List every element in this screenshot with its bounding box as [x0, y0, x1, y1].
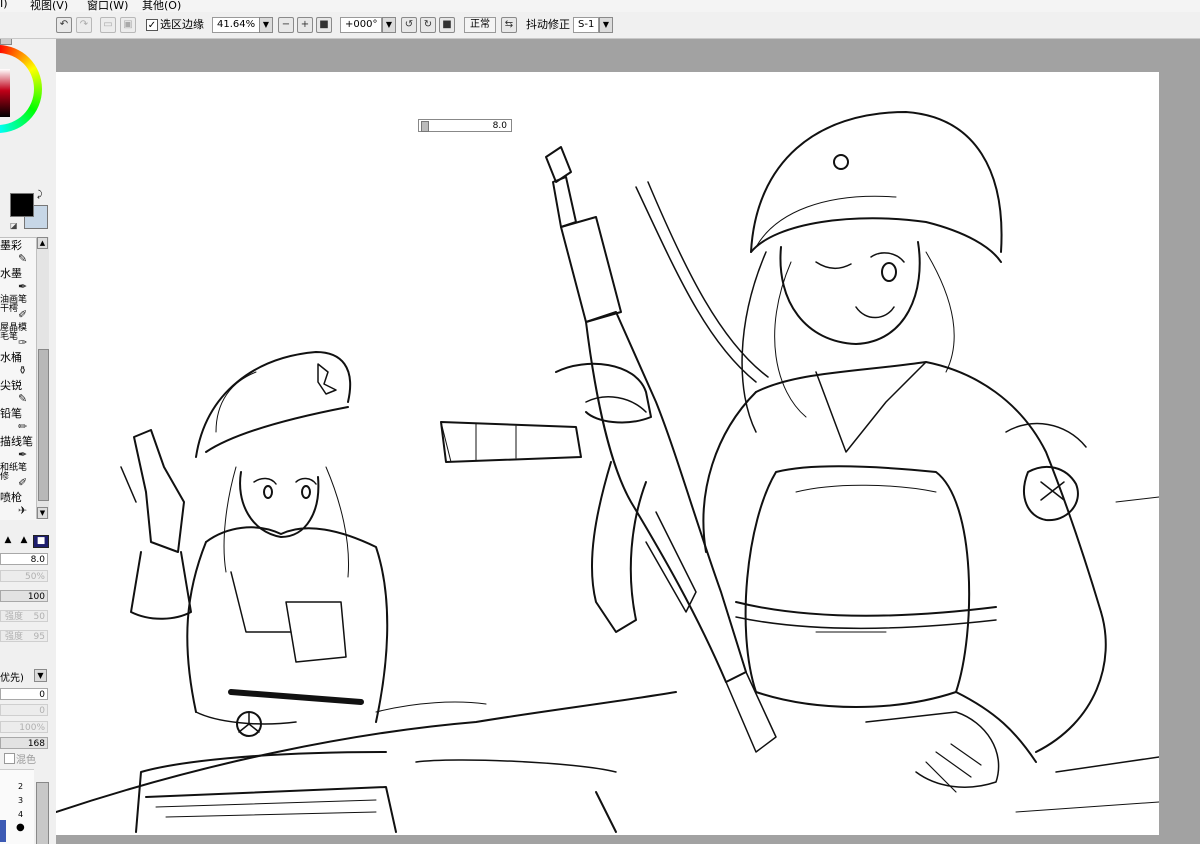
brush-icon: ✏	[18, 420, 28, 433]
brush-icon: ✈	[18, 504, 28, 517]
brush-icon: ✑	[18, 336, 28, 349]
rotation-reset-icon[interactable]: ■	[439, 17, 455, 33]
size-list-scrollbar[interactable]	[36, 782, 49, 844]
rotation-field[interactable]: +000°	[340, 17, 382, 33]
tool-item[interactable]: 尖锐 ✎	[0, 378, 36, 406]
tool-list-scrollbar[interactable]: ▲ ▼	[36, 237, 49, 519]
canvas-area[interactable]	[56, 39, 1200, 844]
brush-icon: ✎	[18, 392, 28, 405]
panel-button-icon[interactable]	[0, 39, 12, 45]
sketch-artwork	[56, 111, 1159, 833]
blend-value: 50	[33, 612, 45, 622]
value-c-field[interactable]: 100%	[0, 721, 48, 733]
menu-item-view[interactable]: 视图(V)	[30, 0, 68, 12]
menu-item-partial[interactable]: I)	[0, 0, 8, 10]
invert-selection-icon[interactable]: ▣	[120, 17, 136, 33]
size-list-selected-marker	[0, 820, 6, 842]
brush-size-list[interactable]: 2 3 4 ●	[0, 769, 34, 844]
size-list-item[interactable]: 4	[18, 810, 23, 819]
normal-view-button[interactable]: 正常	[464, 17, 496, 33]
brush-icon: ⚱	[18, 364, 28, 377]
brush-size-slider-knob[interactable]	[421, 121, 429, 132]
tool-item[interactable]: 油画笔 干樗 ✐	[0, 294, 36, 322]
size-list-item[interactable]: 3	[18, 796, 23, 805]
value-b-field[interactable]: 0	[0, 704, 48, 716]
toolbar: ↶ ↷ ▭ ▣ ✓ 选区边缘 41.64% ▼ − + ■ +000° ▼ ↺ …	[0, 12, 1200, 39]
deselect-icon[interactable]: ▭	[100, 17, 116, 33]
brush-icon: ✒	[18, 280, 28, 293]
scroll-up-icon[interactable]: ▲	[37, 237, 48, 249]
tool-item-label: 描线笔	[0, 435, 33, 448]
selection-edge-label: 选区边缘	[160, 18, 204, 31]
brush-shape-flat-icon[interactable]: ▲	[17, 535, 31, 546]
min-size-field[interactable]: 50%	[0, 570, 48, 582]
brush-size-popup-value: 8.0	[492, 121, 507, 131]
mix-color-label: 混色	[16, 755, 36, 766]
brush-size-popup[interactable]: 8.0	[418, 119, 512, 132]
undo-icon[interactable]: ↶	[56, 17, 72, 33]
tool-item[interactable]: 屋晶模 毛笔 ✑	[0, 322, 36, 350]
stabilizer-label: 抖动修正	[526, 18, 570, 31]
brush-icon: ✎	[18, 252, 28, 265]
brush-shape-round-icon[interactable]: ▲	[1, 535, 15, 546]
blend-field[interactable]: 强度 50	[0, 610, 48, 622]
zoom-field[interactable]: 41.64%	[212, 17, 260, 33]
left-panel: ⤸ ◪ 墨彩 ✎ 水墨 ✒ 油画笔 干樗 ✐ 屋晶模 毛笔 ✑ 水桶 ⚱ 尖锐 ✎ 铅笔 ✏ 描线笔 ✒ 和纸笔…	[0, 39, 57, 844]
brush-icon: ✒	[18, 448, 28, 461]
drawing-canvas[interactable]	[56, 72, 1159, 835]
menu-item-window[interactable]: 窗口(W)	[87, 0, 128, 12]
stabilizer-field[interactable]: S-1	[573, 17, 599, 33]
value-a-field[interactable]: 0	[0, 688, 48, 700]
tool-item-label: 铅笔	[0, 407, 22, 420]
rotate-cw-icon[interactable]: ↻	[420, 17, 436, 33]
color-saturation-box[interactable]	[0, 69, 10, 117]
tool-item-label: 墨彩	[0, 239, 22, 252]
scroll-down-icon[interactable]: ▼	[37, 507, 48, 519]
priority-dropdown-icon[interactable]: ▼	[34, 669, 47, 682]
zoom-in-icon[interactable]: +	[297, 17, 313, 33]
swap-colors-icon[interactable]: ⤸	[37, 190, 42, 200]
tool-item[interactable]: 描线笔 ✒	[0, 434, 36, 462]
dilution-label: 强度	[5, 632, 24, 642]
selection-edge-checkbox[interactable]: ✓	[146, 19, 158, 31]
rotate-ccw-icon[interactable]: ↺	[401, 17, 417, 33]
menu-bar: I) 视图(V) 窗口(W) 其他(O)	[0, 0, 1200, 12]
flip-horizontal-icon[interactable]: ⇆	[501, 17, 517, 33]
tool-item[interactable]: 喷枪 ✈	[0, 490, 36, 518]
blend-label: 强度	[5, 612, 24, 622]
tool-item[interactable]: 水桶 ⚱	[0, 350, 36, 378]
tool-item-label: 喷枪	[0, 491, 22, 504]
foreground-color-swatch[interactable]	[10, 193, 34, 217]
zoom-dropdown-icon[interactable]: ▼	[259, 17, 273, 33]
tool-item-label: 水桶	[0, 351, 22, 364]
mix-color-checkbox[interactable]	[4, 753, 15, 764]
dilution-value: 95	[33, 632, 45, 642]
priority-label: 优先)	[0, 673, 24, 684]
tool-item[interactable]: 墨彩 ✎	[0, 238, 36, 266]
brush-icon: ✐	[18, 308, 28, 321]
brush-icon: ✐	[18, 476, 28, 489]
tool-item[interactable]: 和纸笔 修 ✐	[0, 462, 36, 490]
zoom-reset-icon[interactable]: ■	[316, 17, 332, 33]
brush-size-field[interactable]: 8.0	[0, 553, 48, 565]
density-field[interactable]: 100	[0, 590, 48, 602]
brush-shape-square-icon[interactable]: ■	[33, 535, 49, 548]
size-dot-icon[interactable]: ●	[16, 822, 25, 833]
redo-icon[interactable]: ↷	[76, 17, 92, 33]
reset-colors-icon[interactable]: ◪	[10, 221, 18, 230]
size-list-item[interactable]: 2	[18, 782, 23, 791]
tool-item-label: 尖锐	[0, 379, 22, 392]
tool-item-label: 水墨	[0, 267, 22, 280]
scroll-thumb[interactable]	[38, 349, 49, 501]
menu-item-other[interactable]: 其他(O)	[142, 0, 181, 12]
value-d-field[interactable]: 168	[0, 737, 48, 749]
stabilizer-dropdown-icon[interactable]: ▼	[599, 17, 613, 33]
tool-item[interactable]: 水墨 ✒	[0, 266, 36, 294]
rotation-dropdown-icon[interactable]: ▼	[382, 17, 396, 33]
dilution-field[interactable]: 强度 95	[0, 630, 48, 642]
tool-item[interactable]: 铅笔 ✏	[0, 406, 36, 434]
zoom-out-icon[interactable]: −	[278, 17, 294, 33]
